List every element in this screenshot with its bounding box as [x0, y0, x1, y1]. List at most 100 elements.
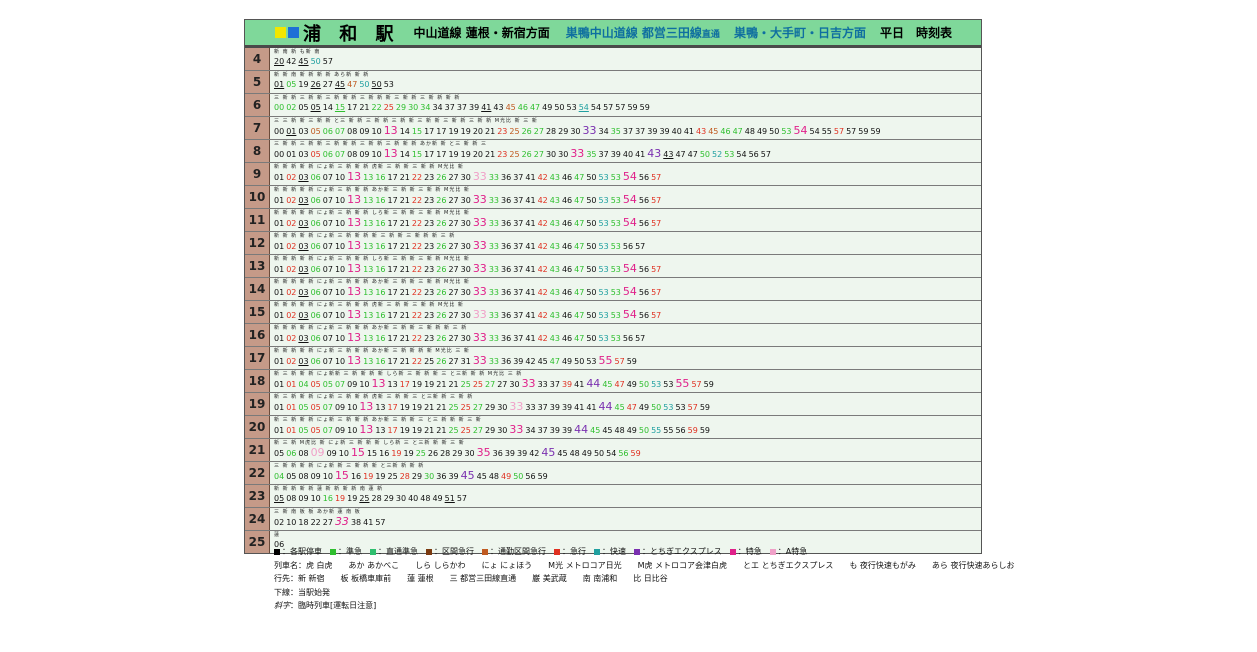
departure-minute: 33	[472, 170, 487, 183]
departure-minute: 40	[622, 150, 634, 159]
legend-swatch-icon	[729, 548, 736, 555]
departure-minute: 25	[415, 449, 426, 458]
departure-minute: 14	[322, 103, 333, 112]
departure-minute: 42	[537, 265, 548, 274]
departure-minute: 50	[513, 472, 524, 481]
departure-minute: 50	[586, 311, 597, 320]
departure-minute: 05	[310, 103, 321, 112]
legend-swatch-icon	[594, 548, 600, 555]
departure-minute: 06	[310, 265, 321, 274]
minute-list: 01 02 03 06 07 10 13 13 16 17 21 22 23 26 27 30 33 33 36 37…	[274, 263, 981, 276]
departure-minute: 56	[618, 449, 629, 458]
departure-minute: 13	[363, 334, 374, 343]
departure-minute: 39	[469, 103, 480, 112]
departure-minute: 54	[622, 193, 637, 206]
departure-minute: 27	[485, 380, 496, 389]
departure-minute: 41	[525, 196, 536, 205]
destination-codes: 新 新 新 新 新 にょ新 三 新 新 新 あか新 三 新 新 三 新 新 新 …	[274, 325, 468, 331]
departure-minute: 40	[408, 494, 419, 503]
departure-minute: 45	[708, 127, 719, 136]
departure-minute: 46	[561, 311, 573, 320]
departure-minute: 17	[399, 380, 410, 389]
departure-minute: 05	[310, 426, 321, 435]
legend-type-item: ：直通準急	[370, 547, 418, 556]
departure-minute: 42	[537, 242, 548, 251]
departure-minute: 25	[472, 380, 483, 389]
departure-minute: 05	[286, 472, 297, 481]
minute-list: 05 08 09 10 16 19 19 25 28 29 30 40 48 49 51 57	[274, 493, 981, 506]
departure-minute: 59	[870, 127, 881, 136]
hour-label: 21	[245, 439, 270, 461]
departure-minute: 37	[537, 426, 548, 435]
departure-minute: 46	[561, 196, 573, 205]
destination-codes: 新 新 新 新 新 にょ新 三 新 新 新 新 三 新 新 三 新 新 新 三 …	[274, 233, 456, 239]
departure-minute: 47	[687, 150, 698, 159]
departure-minute: 37	[622, 127, 634, 136]
departure-minute: 37	[537, 403, 548, 412]
departure-minute: 10	[334, 311, 346, 320]
departure-minute: 20	[274, 57, 285, 66]
departure-minute: 19	[411, 426, 423, 435]
departure-minute: 29	[485, 403, 496, 412]
minute-list: 02 10 18 22 27 33 38 41 57	[274, 516, 981, 529]
departure-minute: 10	[334, 173, 346, 182]
departure-minute: 45	[602, 380, 613, 389]
departure-minute: 43	[663, 150, 674, 159]
departure-minute: 18	[298, 518, 309, 527]
line-direction-1: 中山道線 蓮根・新宿方面	[413, 26, 550, 40]
hour-row: 18 新 三 新 新 新 にょ新新 三 新 新 新 新 しら新 三 新 新 新 三…	[245, 370, 981, 393]
legend-type-item: ：区間急行	[426, 547, 474, 556]
departure-minute: 47	[574, 265, 585, 274]
departure-minute: 43	[549, 265, 560, 274]
departure-minute: 22	[411, 173, 423, 182]
departure-minute: 53	[566, 103, 577, 112]
legend-types: ：各駅停車 ：準急 ：直通準急 ：区間急行 ：通勤区間急行 ：急行 ：快速 ：とちぎエクスプレ…	[274, 545, 1014, 559]
departure-minute: 27	[448, 288, 459, 297]
departure-minute: 43	[549, 242, 560, 251]
departure-minute: 13	[363, 288, 374, 297]
departure-minute: 17	[387, 311, 398, 320]
legend-swatch-icon	[274, 548, 280, 555]
legend-type-label: ：各駅停車	[282, 547, 322, 556]
departure-minute: 16	[375, 357, 386, 366]
departure-minute: 19	[411, 380, 423, 389]
minute-list: 01 02 03 06 07 10 13 13 16 17 21 22 23 26 27 30 33 33 36 37…	[274, 217, 981, 230]
departure-minute: 30	[395, 494, 407, 503]
departure-minute: 50	[586, 334, 597, 343]
legend-underline: 下線：当駅始発	[274, 587, 330, 597]
departure-minute: 46	[561, 334, 573, 343]
minute-list: 00 01 03 05 06 07 08 09 10 13 14 15 17 17 19 19 20 21 23 25…	[274, 125, 981, 138]
departure-minute: 15	[334, 469, 349, 482]
hour-row: 14 新 新 新 新 新 にょ新 三 新 新 新 あか新 三 新 新 三 新 新 …	[245, 278, 981, 301]
departure-minute: 29	[485, 426, 496, 435]
line2-text: 巣鴨中山道線 都営三田線	[565, 26, 702, 40]
departure-minute: 07	[322, 426, 333, 435]
departure-minute: 47	[626, 403, 637, 412]
departure-minute: 30	[497, 426, 508, 435]
destination-codes: 三 新 新 三 新 新 三 新 新 新 三 新 新 新 三 新 新 三 新 新 …	[274, 95, 461, 101]
departure-minute: 27	[448, 219, 459, 228]
hour-label: 5	[245, 71, 270, 93]
departure-minute: 20	[472, 150, 483, 159]
departure-minute: 10	[334, 357, 346, 366]
hour-label: 14	[245, 278, 270, 300]
departure-minute: 45	[602, 426, 613, 435]
hour-row: 4新 南 新 も新 南 20 42 45 50 57	[245, 48, 981, 71]
hour-row: 20 新 三 新 新 新 にょ新 三 新 新 新 あか新 三 新 新 三 と三 新…	[245, 416, 981, 439]
hour-row: 5新 新 南 新 新 新 新 あら新 新 新 01 05 19 26 27 45 47 50 50…	[245, 71, 981, 94]
departure-minute: 02	[286, 103, 297, 112]
departure-minute: 10	[347, 426, 358, 435]
departure-minute: 45	[460, 469, 475, 482]
departure-minute: 57	[687, 403, 698, 412]
departure-minute: 17	[387, 357, 398, 366]
departure-minute: 13	[347, 262, 362, 275]
departure-minute: 41	[525, 242, 536, 251]
departure-minute: 13	[347, 239, 362, 252]
departure-minute: 28	[440, 449, 451, 458]
departure-minute: 06	[310, 334, 321, 343]
legend-type-item: ：準急	[330, 547, 362, 556]
minutes-cell: 新 新 新 新 新 にょ新 三 新 新 新 あか新 三 新 新 三 新 新 M光…	[270, 186, 981, 208]
departure-minute: 41	[481, 103, 492, 112]
departure-minute: 55	[651, 426, 662, 435]
departure-minute: 39	[549, 403, 560, 412]
